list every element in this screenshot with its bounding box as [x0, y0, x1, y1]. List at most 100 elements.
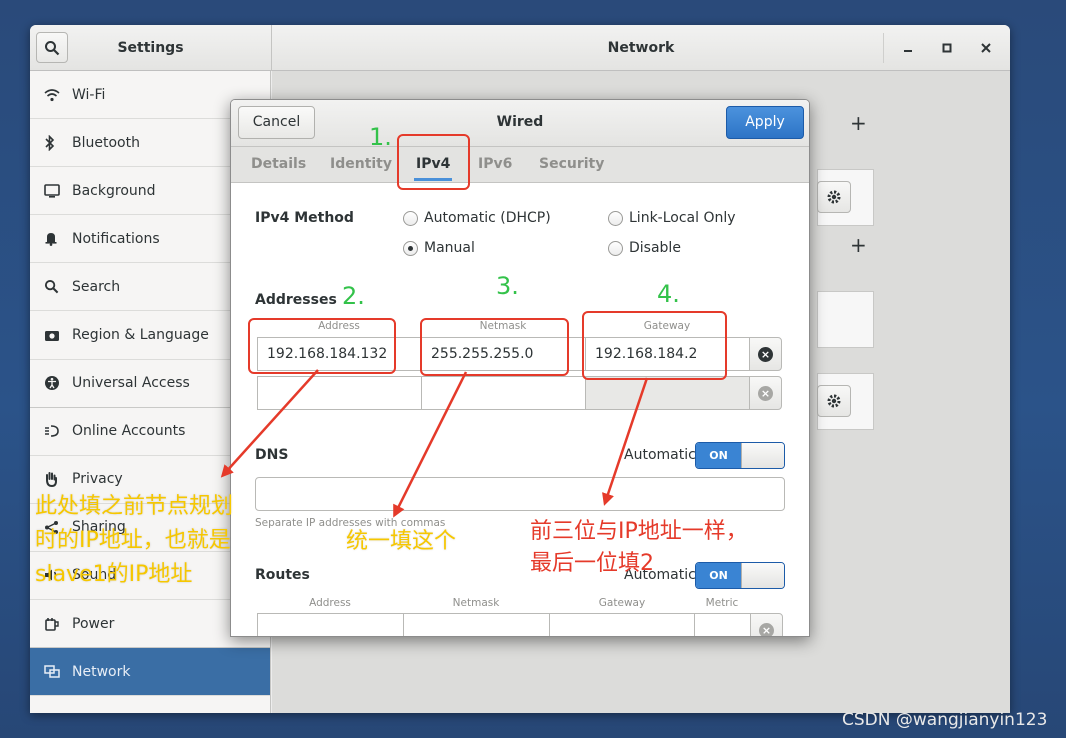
remove-address-button[interactable]: × [749, 337, 782, 371]
close-button[interactable] [975, 37, 997, 59]
close-icon [981, 43, 991, 53]
method-manual-radio[interactable]: Manual [403, 240, 475, 256]
route-metric-header: Metric [705, 597, 739, 609]
sidebar-item-label: Region & Language [72, 327, 209, 344]
sidebar-item-label: Network [72, 663, 131, 680]
note-line: 时的IP地址，也就是 [35, 528, 231, 553]
sidebar-item-label: Power [72, 615, 115, 632]
tab-bar: Details Identity IPv4 IPv6 Security [231, 146, 809, 183]
ipv4-method-label: IPv4 Method [255, 210, 354, 226]
remove-address-button-disabled[interactable]: × [749, 376, 782, 410]
minimize-button[interactable] [897, 37, 919, 59]
radio-indicator [403, 210, 418, 226]
add-vpn-button[interactable]: + [850, 233, 867, 257]
tab-details[interactable]: Details [251, 147, 306, 182]
power-icon [44, 615, 72, 633]
sidebar-item-label: Universal Access [72, 375, 190, 392]
gear-icon [827, 394, 841, 408]
annotation-step-2: 2. [342, 282, 365, 310]
window-controls-separator [883, 33, 884, 63]
annotation-box-gateway [582, 311, 727, 380]
sidebar-item-label: Notifications [72, 230, 160, 247]
method-manual-label: Manual [424, 240, 475, 256]
note-line: 前三位与IP地址一样， [530, 519, 748, 544]
method-disable-label: Disable [629, 240, 681, 256]
background-icon [44, 182, 72, 200]
sidebar-item-label: Privacy [72, 471, 123, 488]
vpn-card [817, 291, 874, 348]
search-button[interactable] [36, 32, 68, 63]
online-accounts-icon [44, 422, 72, 440]
route-address-field[interactable] [257, 613, 404, 636]
note-line: 最后一位填2 [530, 551, 654, 576]
annotation-box-ipv4 [397, 134, 470, 190]
route-gateway-header: Gateway [598, 597, 646, 609]
dialog-title: Wired [496, 114, 544, 130]
method-link-local-radio[interactable]: Link-Local Only [608, 210, 736, 226]
annotation-note-netmask: 统一填这个 [346, 529, 457, 554]
close-circle-icon: × [758, 346, 773, 362]
dns-automatic-label: Automatic [624, 447, 696, 463]
search-icon [45, 40, 60, 55]
tab-identity[interactable]: Identity [330, 147, 392, 182]
close-circle-icon: × [759, 622, 774, 636]
header-bar: Settings Network [30, 25, 1010, 71]
annotation-note-gateway: 前三位与IP地址一样， 最后一位填2 [530, 516, 748, 580]
annotation-step-1: 1. [369, 123, 392, 151]
add-connection-button[interactable]: + [850, 111, 867, 135]
addresses-label: Addresses [255, 292, 337, 308]
annotation-step-3: 3. [496, 272, 519, 300]
netmask-field-empty[interactable] [421, 376, 586, 410]
route-netmask-header: Netmask [452, 597, 500, 609]
bell-icon [44, 230, 72, 248]
radio-indicator-checked [403, 240, 418, 256]
watermark: CSDN @wangjianyin123 [842, 710, 1048, 730]
maximize-icon [942, 43, 952, 53]
network-icon [44, 663, 72, 681]
gateway-field-empty[interactable] [585, 376, 750, 410]
cancel-button[interactable]: Cancel [238, 106, 315, 139]
address-field-empty[interactable] [257, 376, 422, 410]
route-metric-field[interactable] [694, 613, 751, 636]
annotation-box-netmask [420, 318, 569, 376]
routes-label: Routes [255, 567, 310, 583]
dns-label: DNS [255, 447, 289, 463]
note-line: slave1的IP地址 [35, 562, 193, 587]
route-address-header: Address [309, 597, 351, 609]
remove-route-button[interactable]: × [750, 613, 783, 636]
route-netmask-field[interactable] [403, 613, 550, 636]
sidebar-item-label: Online Accounts [72, 423, 186, 440]
switch-on-label: ON [696, 443, 741, 468]
method-automatic-radio[interactable]: Automatic (DHCP) [403, 210, 551, 226]
method-automatic-label: Automatic (DHCP) [424, 210, 551, 226]
wired-settings-button[interactable] [817, 181, 851, 213]
route-gateway-field[interactable] [549, 613, 695, 636]
wifi-icon [44, 86, 72, 104]
proxy-settings-button[interactable] [817, 385, 851, 417]
annotation-step-4: 4. [657, 280, 680, 308]
camera-icon [44, 326, 72, 344]
radio-indicator [608, 210, 623, 226]
minimize-icon [904, 50, 912, 52]
search-icon [44, 278, 72, 296]
sidebar-item-label: Wi-Fi [72, 86, 106, 103]
tab-security[interactable]: Security [539, 147, 604, 182]
gear-icon [827, 190, 841, 204]
dialog-header: Wired Cancel Apply [231, 100, 809, 146]
bluetooth-icon [44, 134, 72, 152]
universal-access-icon [44, 374, 72, 392]
annotation-box-address [248, 318, 396, 374]
tab-ipv6[interactable]: IPv6 [478, 147, 512, 182]
method-disable-radio[interactable]: Disable [608, 240, 681, 256]
dns-field[interactable] [255, 477, 785, 511]
sidebar-item-label: Bluetooth [72, 134, 140, 151]
radio-indicator [608, 240, 623, 256]
apply-button[interactable]: Apply [726, 106, 804, 139]
sidebar-item-label: Search [72, 278, 121, 295]
dns-automatic-switch[interactable]: ON [695, 442, 785, 469]
hand-icon [44, 470, 72, 488]
maximize-button[interactable] [936, 37, 958, 59]
note-line: 此处填之前节点规划 [35, 494, 234, 519]
sidebar-item-label: Background [72, 182, 156, 199]
sidebar-item-network[interactable]: Network [30, 648, 270, 697]
